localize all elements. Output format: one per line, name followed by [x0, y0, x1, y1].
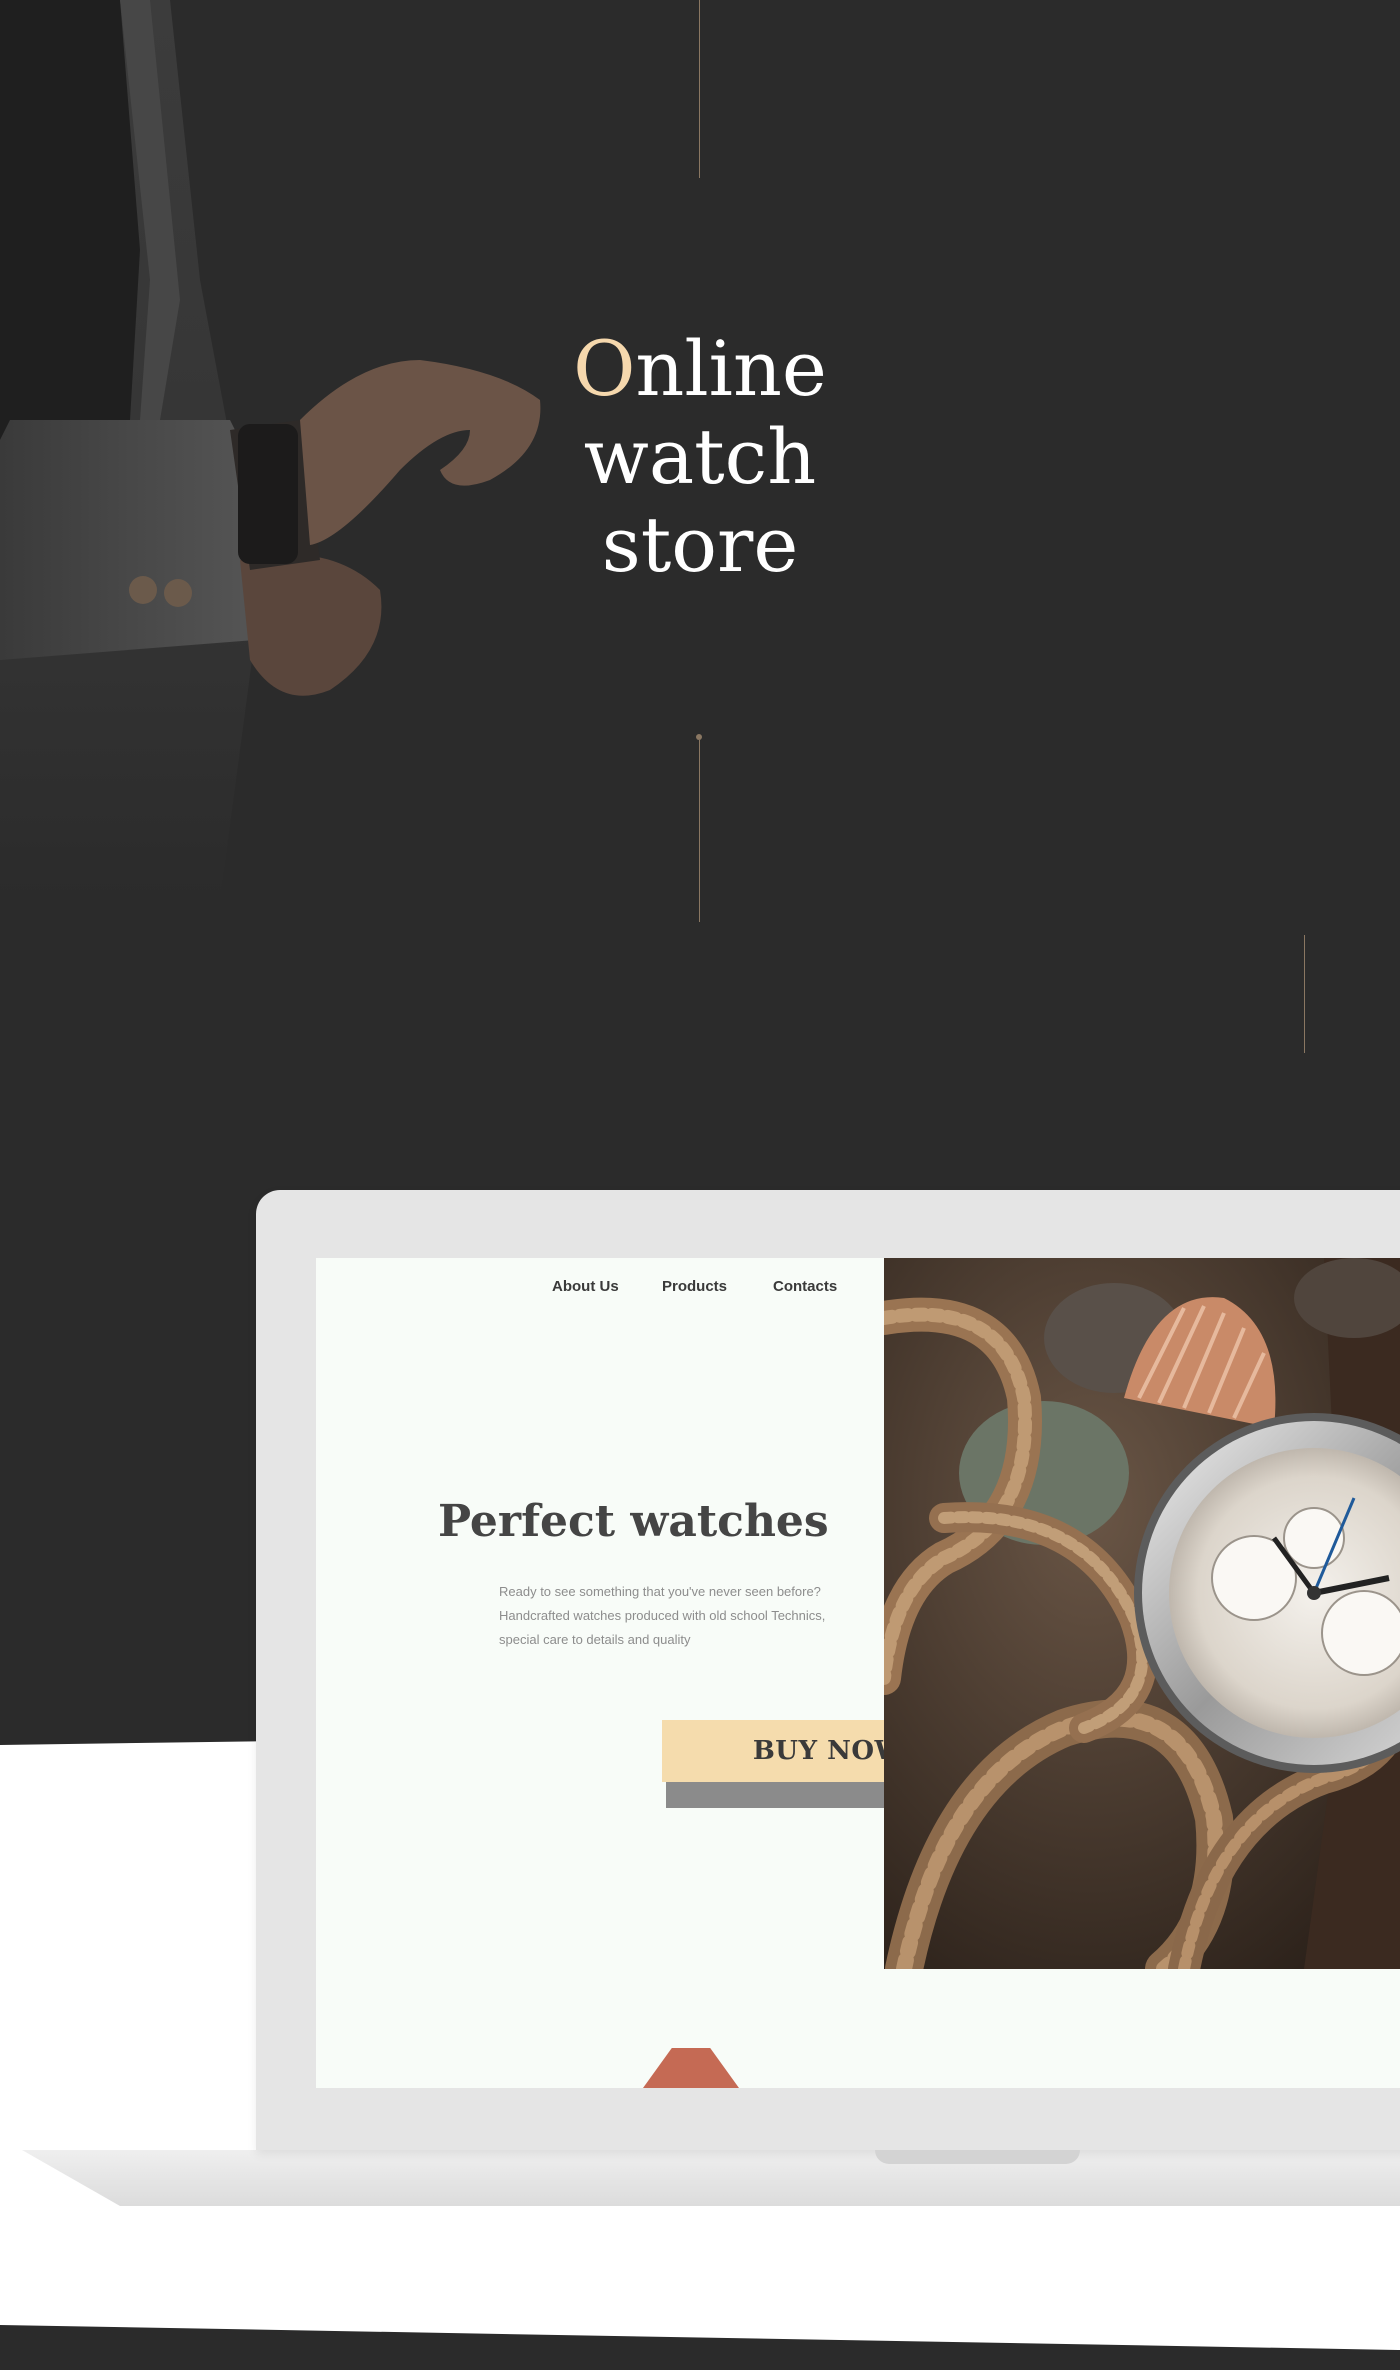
right-divider-line [1304, 935, 1305, 1053]
nav-about-us[interactable]: About Us [552, 1278, 619, 1295]
nav-contacts[interactable]: Contacts [773, 1278, 837, 1295]
watch-product-photo [884, 1258, 1400, 1969]
middle-divider-line [699, 740, 700, 922]
hero-title: Online watch store [500, 325, 900, 589]
laptop-base [22, 2150, 1400, 2206]
hero-title-line3: store [601, 500, 799, 589]
laptop-screen: About Us Products Contacts Perfect watch… [316, 1258, 1400, 2088]
hero-title-line1: nline [635, 324, 827, 413]
top-divider-line [699, 0, 700, 178]
hero-title-line2: watch [583, 412, 817, 501]
laptop-notch [875, 2150, 1080, 2164]
site-heading: Perfect watches [438, 1496, 829, 1547]
hero-title-initial: O [573, 324, 636, 413]
site-description: Ready to see something that you've never… [499, 1584, 826, 1647]
hero-arm-photo [0, 0, 541, 900]
scroll-indicator-shape [643, 2048, 739, 2088]
nav-products[interactable]: Products [662, 1278, 727, 1295]
